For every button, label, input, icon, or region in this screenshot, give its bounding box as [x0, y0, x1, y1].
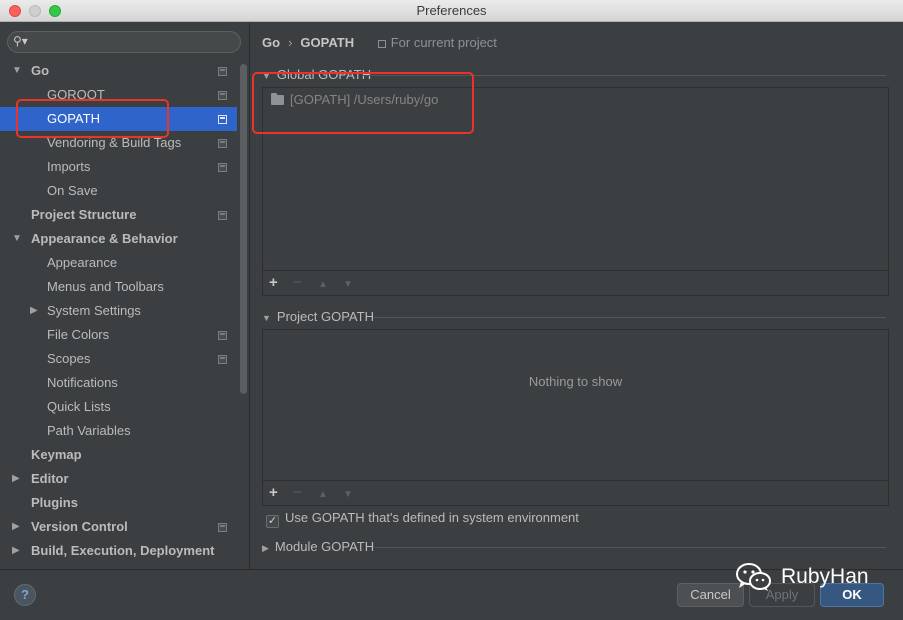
sidebar-item-label: Quick Lists [47, 399, 111, 414]
sidebar-item-label: Keymap [31, 447, 82, 462]
project-scope-icon [218, 211, 227, 220]
project-scope-icon [218, 91, 227, 100]
sidebar-item-label: Appearance & Behavior [31, 231, 178, 246]
breadcrumb-parent: Go [262, 35, 281, 50]
sidebar-item-path-variables[interactable]: Path Variables [0, 419, 237, 443]
sidebar-item-label: Menus and Toolbars [47, 279, 164, 294]
add-button[interactable]: + [269, 484, 278, 502]
sidebar-item-system-settings[interactable]: ▶ System Settings [0, 299, 237, 323]
sidebar-item-label: Editor [31, 471, 69, 486]
collapse-triangle-icon: ▼ [262, 313, 271, 323]
search-icon[interactable]: ⚲▾ [13, 34, 28, 48]
add-button[interactable]: + [269, 274, 278, 292]
sidebar-item-label: Notifications [47, 375, 118, 390]
remove-button[interactable]: − [293, 484, 302, 502]
sidebar-item-label: Version Control [31, 519, 128, 534]
project-gopath-toolbar: + − ▲ ▼ [263, 481, 888, 505]
expand-triangle-icon: ▶ [262, 543, 269, 553]
move-up-button[interactable]: ▲ [318, 276, 328, 294]
project-scope-icon [218, 139, 227, 148]
use-system-gopath-label: Use GOPATH that's defined in system envi… [285, 510, 579, 525]
sidebar-item-project-structure[interactable]: Project Structure [0, 203, 237, 227]
sidebar-item-appearance-behavior[interactable]: ▼ Appearance & Behavior [0, 227, 237, 251]
sidebar-item-build-execution-deployment[interactable]: ▶ Build, Execution, Deployment [0, 539, 237, 563]
project-gopath-title: Project GOPATH [276, 309, 374, 324]
project-scope-icon [218, 331, 227, 340]
annotation-highlight-gopath-item [16, 99, 169, 138]
sidebar-item-label: Path Variables [47, 423, 131, 438]
breadcrumb-current: GOPATH [300, 35, 355, 50]
sidebar-item-notifications[interactable]: Notifications [0, 371, 237, 395]
sidebar-item-label: Project Structure [31, 207, 137, 222]
scope-label: For current project [390, 35, 497, 50]
project-gopath-list[interactable]: Nothing to show [263, 330, 888, 481]
sidebar-item-on-save[interactable]: On Save [0, 179, 237, 203]
use-system-gopath-checkbox[interactable]: ✓ [266, 515, 279, 528]
project-scope-icon [218, 67, 227, 76]
module-gopath-header[interactable]: ▶ Module GOPATH [262, 539, 374, 555]
sidebar-item-label: Imports [47, 159, 91, 174]
move-down-button[interactable]: ▼ [343, 486, 353, 504]
project-scope-icon [218, 115, 227, 124]
project-scope-icon [218, 163, 227, 172]
move-up-button[interactable]: ▲ [318, 486, 328, 504]
sidebar-item-menus-and-toolbars[interactable]: Menus and Toolbars [0, 275, 237, 299]
sidebar-item-keymap[interactable]: Keymap [0, 443, 237, 467]
global-gopath-toolbar: + − ▲ ▼ [263, 271, 888, 295]
sidebar-item-label: Build, Execution, Deployment [31, 543, 215, 558]
module-gopath-title: Module GOPATH [274, 539, 375, 554]
project-scope-icon [218, 523, 227, 532]
sidebar-item-imports[interactable]: Imports [0, 155, 237, 179]
collapse-arrow-icon[interactable]: ▼ [12, 59, 22, 83]
sidebar-item-label: System Settings [47, 303, 141, 318]
remove-button[interactable]: − [293, 274, 302, 292]
project-scope-icon [377, 40, 386, 48]
sidebar-item-go[interactable]: ▼ Go [0, 59, 237, 83]
scope-indicator: For current project [377, 35, 497, 50]
close-window-button[interactable] [9, 5, 21, 17]
section-divider [375, 547, 886, 548]
sidebar-item-editor[interactable]: ▶ Editor [0, 467, 237, 491]
sidebar-item-appearance[interactable]: Appearance [0, 251, 237, 275]
watermark: RubyHan [735, 557, 869, 597]
use-system-gopath-option[interactable]: ✓ Use GOPATH that's defined in system env… [266, 509, 579, 528]
window-title: Preferences [416, 3, 487, 18]
sidebar-item-label: Go [31, 63, 50, 78]
sidebar-scrollbar[interactable] [240, 64, 247, 394]
search-input[interactable] [34, 33, 234, 51]
sidebar-item-label: File Colors [47, 327, 110, 342]
help-button[interactable]: ? [14, 584, 36, 606]
expand-arrow-icon[interactable]: ▶ [12, 467, 20, 491]
project-gopath-panel: Nothing to show + − ▲ ▼ [262, 329, 889, 506]
sidebar-item-quick-lists[interactable]: Quick Lists [0, 395, 237, 419]
collapse-arrow-icon[interactable]: ▼ [12, 227, 22, 251]
expand-arrow-icon[interactable]: ▶ [12, 539, 20, 563]
empty-list-text: Nothing to show [528, 374, 623, 389]
breadcrumb-separator: › [288, 35, 293, 50]
watermark-text: RubyHan [781, 565, 869, 588]
expand-arrow-icon[interactable]: ▶ [30, 299, 38, 323]
move-down-button[interactable]: ▼ [343, 276, 353, 294]
project-scope-icon [218, 355, 227, 364]
maximize-window-button[interactable] [49, 5, 61, 17]
sidebar-item-label: Scopes [47, 351, 91, 366]
annotation-highlight-global-gopath [252, 72, 474, 134]
sidebar-item-label: On Save [47, 183, 98, 198]
sidebar-item-label: Plugins [31, 495, 78, 510]
cancel-button[interactable]: Cancel [677, 583, 744, 607]
project-gopath-header[interactable]: ▼ Project GOPATH [262, 309, 374, 325]
sidebar-item-file-colors[interactable]: File Colors [0, 323, 237, 347]
sidebar-item-plugins[interactable]: Plugins [0, 491, 237, 515]
sidebar-item-version-control[interactable]: ▶ Version Control [0, 515, 237, 539]
window-titlebar: Preferences [0, 0, 903, 22]
breadcrumb: Go › GOPATH For current project [262, 34, 497, 52]
minimize-window-button[interactable] [29, 5, 41, 17]
expand-arrow-icon[interactable]: ▶ [12, 515, 20, 539]
section-divider [373, 317, 886, 318]
wechat-icon [736, 563, 771, 592]
settings-search[interactable]: ⚲▾ [7, 31, 241, 53]
sidebar-item-label: Appearance [47, 255, 118, 270]
sidebar-item-scopes[interactable]: Scopes [0, 347, 237, 371]
